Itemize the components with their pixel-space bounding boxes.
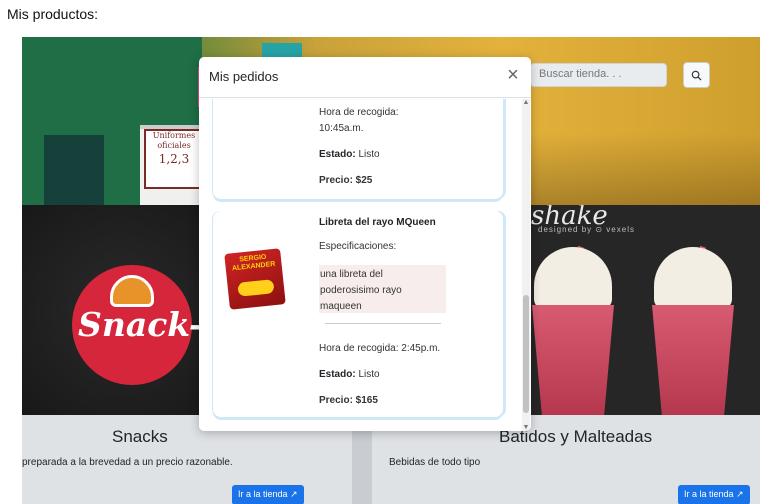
hero-sign: Uniformes oficiales 1,2,3 [144,129,204,189]
vexels-credit: designed by ⊙ vexels [538,225,635,234]
page-heading: Mis productos: [7,6,99,22]
car-icon [237,279,275,297]
close-button[interactable]: × [503,65,523,86]
order-card: Hora de recogida: 10:45a.m. Estado: List… [213,99,503,199]
status-label: Estado: [319,369,356,380]
product-name: Libreta del rayo MQueen [319,217,436,228]
pickup-time: Hora de recogida: 2:45p.m. [319,343,441,354]
hero-window [44,135,104,205]
order-status: Estado: Listo [319,149,380,160]
order-status: Estado: Listo [319,369,380,380]
page: Mis productos: Uniformes oficiales 1,2,3… [0,0,775,504]
spec-label: Especificaciones: [319,241,397,252]
spec-value: una libreta del poderosisimo rayo maquee… [319,265,446,313]
product-image: SERGIO ALEXANDER [224,248,286,310]
card-text: preparada a la brevedad a un precio razo… [22,457,233,468]
search-icon [691,70,702,81]
modal-scrollbar[interactable]: ▲ ▼ [522,99,530,431]
go-to-store-button[interactable]: Ir a la tienda ↗ [678,485,750,504]
sign-line: 1,2,3 [158,152,190,166]
pickup-time: Hora de recogida: 10:45a.m. [319,107,399,134]
status-label: Estado: [319,149,356,160]
search-input[interactable]: Buscar tienda. . . [530,63,667,87]
cup [532,305,614,415]
orders-modal: Mis pedidos × Hora de recogida: 10:45a.m… [199,57,531,431]
go-to-store-button[interactable]: Ir a la tienda ↗ [232,485,304,504]
status-value: Listo [358,369,380,380]
modal-body[interactable]: Hora de recogida: 10:45a.m. Estado: List… [199,99,531,431]
sign-line: Uniformes [152,131,196,140]
hero-shadow [530,133,760,205]
product-image-text: SERGIO ALEXANDER [231,253,276,273]
order-card: SERGIO ALEXANDER Libreta del rayo MQueen… [213,211,503,417]
order-price: Precio: $25 [319,175,373,186]
cream [654,247,732,309]
scroll-up-arrow-icon[interactable]: ▲ [522,99,530,106]
card-title: Snacks [112,427,168,446]
scroll-down-arrow-icon[interactable]: ▼ [522,424,530,431]
cup [652,305,734,415]
divider [325,323,441,324]
scroll-thumb[interactable] [523,295,529,413]
modal-header: Mis pedidos × [199,57,531,98]
status-value: Listo [358,149,380,160]
search-button[interactable] [683,62,710,88]
modal-title: Mis pedidos [209,69,279,84]
card-text: Bebidas de todo tipo [389,457,481,468]
cream [534,247,612,309]
sign-line: oficiales [157,141,191,150]
order-price: Precio: $165 [319,395,378,406]
